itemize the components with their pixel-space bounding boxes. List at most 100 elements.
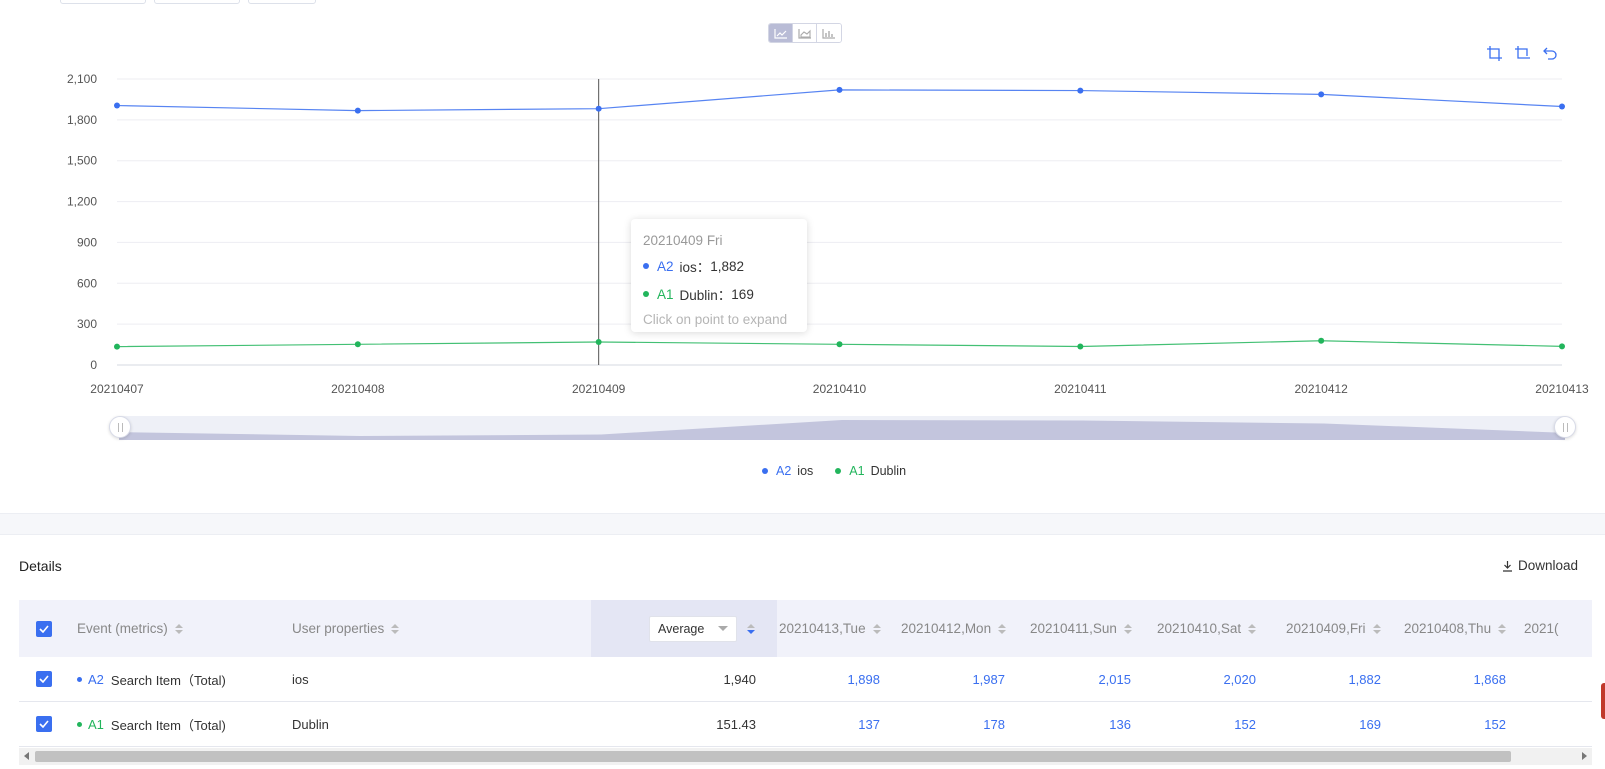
y-tick-label: 0	[90, 358, 97, 372]
chevron-down-icon	[718, 626, 728, 631]
header-date-1[interactable]: 20210412,Mon	[901, 600, 1007, 657]
header-date-label: 20210413,Tue	[779, 621, 866, 636]
sort-icon[interactable]	[872, 623, 881, 634]
x-tick-label: 20210408	[331, 382, 385, 396]
y-tick-label: 1,500	[67, 154, 97, 168]
details-table: Event (metrics) User properties Average …	[19, 600, 1592, 748]
row-value[interactable]: 2,015	[1030, 657, 1131, 701]
data-point	[595, 338, 602, 345]
zoom-area-icon[interactable]	[1486, 45, 1502, 61]
event-name: Search Item（Total)	[110, 717, 226, 733]
y-tick-label: 600	[77, 276, 97, 290]
check-icon	[39, 675, 49, 683]
legend-tag: A2	[776, 464, 792, 478]
y-tick-label: 300	[77, 317, 97, 331]
legend-dot	[762, 468, 768, 474]
row-value[interactable]: 2,020	[1157, 657, 1256, 701]
scroll-right-icon[interactable]	[1582, 752, 1587, 760]
header-date-label: 2021(	[1524, 621, 1559, 636]
header-date-2[interactable]: 20210411,Sun	[1030, 600, 1132, 657]
data-point	[1077, 343, 1084, 350]
tooltip-value: 1,882	[710, 258, 745, 274]
check-icon	[39, 720, 49, 728]
event-tag: A1	[88, 716, 104, 732]
y-tick-label: 900	[77, 235, 97, 249]
header-date-3[interactable]: 20210410,Sat	[1157, 600, 1257, 657]
row-value[interactable]: 152	[1404, 702, 1506, 746]
tooltip-label: ios：	[679, 260, 711, 275]
select-all-checkbox[interactable]	[36, 620, 52, 637]
scroll-left-icon[interactable]	[24, 752, 29, 760]
section-divider	[0, 513, 1605, 535]
header-aggregate: Average	[649, 600, 755, 657]
tooltip-row-a1: A1 Dublin： 169	[643, 284, 795, 304]
row-user-property: Dublin	[292, 716, 329, 732]
sort-icon[interactable]	[1123, 623, 1132, 634]
y-tick-label: 1,200	[67, 195, 97, 209]
zoom-slider-track[interactable]	[119, 416, 1565, 440]
sort-icon[interactable]	[1498, 623, 1507, 634]
sort-icon[interactable]	[747, 623, 755, 634]
sort-icon[interactable]	[1248, 623, 1257, 634]
row-value[interactable]: 178	[901, 702, 1005, 746]
x-tick-label: 20210410	[813, 382, 867, 396]
header-date-label: 20210409,Fri	[1286, 621, 1366, 636]
header-date-4[interactable]: 20210409,Fri	[1286, 600, 1381, 657]
grip-icon	[1562, 422, 1568, 432]
sort-icon[interactable]	[174, 623, 183, 634]
sort-icon[interactable]	[998, 623, 1007, 634]
header-event[interactable]: Event (metrics)	[77, 600, 183, 657]
table-row: A1 Search Item（Total) Dublin 151.43 137 …	[19, 702, 1592, 747]
row-value[interactable]: 169	[1286, 702, 1381, 746]
x-tick-label: 20210407	[90, 382, 144, 396]
area-chart-icon[interactable]	[793, 24, 817, 42]
data-point	[1559, 343, 1565, 350]
sort-icon[interactable]	[1372, 623, 1381, 634]
chart-tooltip: 20210409 Fri A2 ios： 1,882 A1 Dublin： 16…	[631, 219, 807, 332]
aggregate-select[interactable]: Average	[649, 615, 737, 642]
download-button[interactable]: Download	[1502, 558, 1578, 573]
header-event-label: Event (metrics)	[77, 621, 168, 636]
row-value[interactable]: 137	[779, 702, 880, 746]
legend-item-a1[interactable]: A1 Dublin	[835, 464, 906, 478]
row-value[interactable]: 1,868	[1404, 657, 1506, 701]
x-tick-label: 20210411	[1054, 382, 1107, 396]
zoom-reset-icon[interactable]	[1514, 45, 1530, 61]
row-value[interactable]: 136	[1030, 702, 1131, 746]
tooltip-tag: A1	[657, 286, 674, 302]
header-date-5[interactable]: 20210408,Thu	[1404, 600, 1507, 657]
aggregate-select-value: Average	[658, 621, 705, 636]
series-dot	[643, 263, 649, 269]
tooltip-row-a2: A2 ios： 1,882	[643, 256, 795, 276]
row-value[interactable]: 1,882	[1286, 657, 1381, 701]
data-point	[836, 341, 843, 348]
row-value[interactable]: 152	[1157, 702, 1256, 746]
zoom-handle-right[interactable]	[1554, 416, 1576, 438]
zoom-handle-left[interactable]	[109, 416, 131, 438]
row-value[interactable]: 1,898	[779, 657, 880, 701]
legend-item-a2[interactable]: A2 ios	[762, 464, 813, 478]
horizontal-scrollbar[interactable]	[19, 748, 1592, 765]
header-date-0[interactable]: 20210413,Tue	[779, 600, 881, 657]
sort-icon[interactable]	[391, 623, 400, 634]
x-tick-label: 20210409	[572, 382, 626, 396]
line-chart-icon[interactable]	[769, 24, 793, 42]
bar-chart-icon[interactable]	[817, 24, 841, 42]
tooltip-label: Dublin：	[679, 288, 732, 303]
header-user-properties[interactable]: User properties	[292, 600, 400, 657]
legend-dot	[835, 468, 842, 474]
header-date-6[interactable]: 2021(	[1524, 600, 1559, 657]
download-icon	[1502, 560, 1513, 572]
row-checkbox[interactable]	[36, 716, 52, 732]
restore-icon[interactable]	[1542, 45, 1558, 61]
data-point	[1077, 87, 1084, 94]
select-all-checkbox-cell	[36, 600, 52, 657]
chart-type-switch	[768, 23, 842, 43]
side-tab[interactable]	[1601, 683, 1605, 719]
scrollbar-thumb[interactable]	[35, 751, 1511, 762]
header-date-label: 20210411,Sun	[1030, 621, 1117, 636]
row-value[interactable]: 1,987	[901, 657, 1005, 701]
chart-legend: A2 ios A1 Dublin	[762, 464, 906, 478]
row-checkbox[interactable]	[36, 671, 52, 687]
x-tick-label: 20210412	[1294, 382, 1348, 396]
